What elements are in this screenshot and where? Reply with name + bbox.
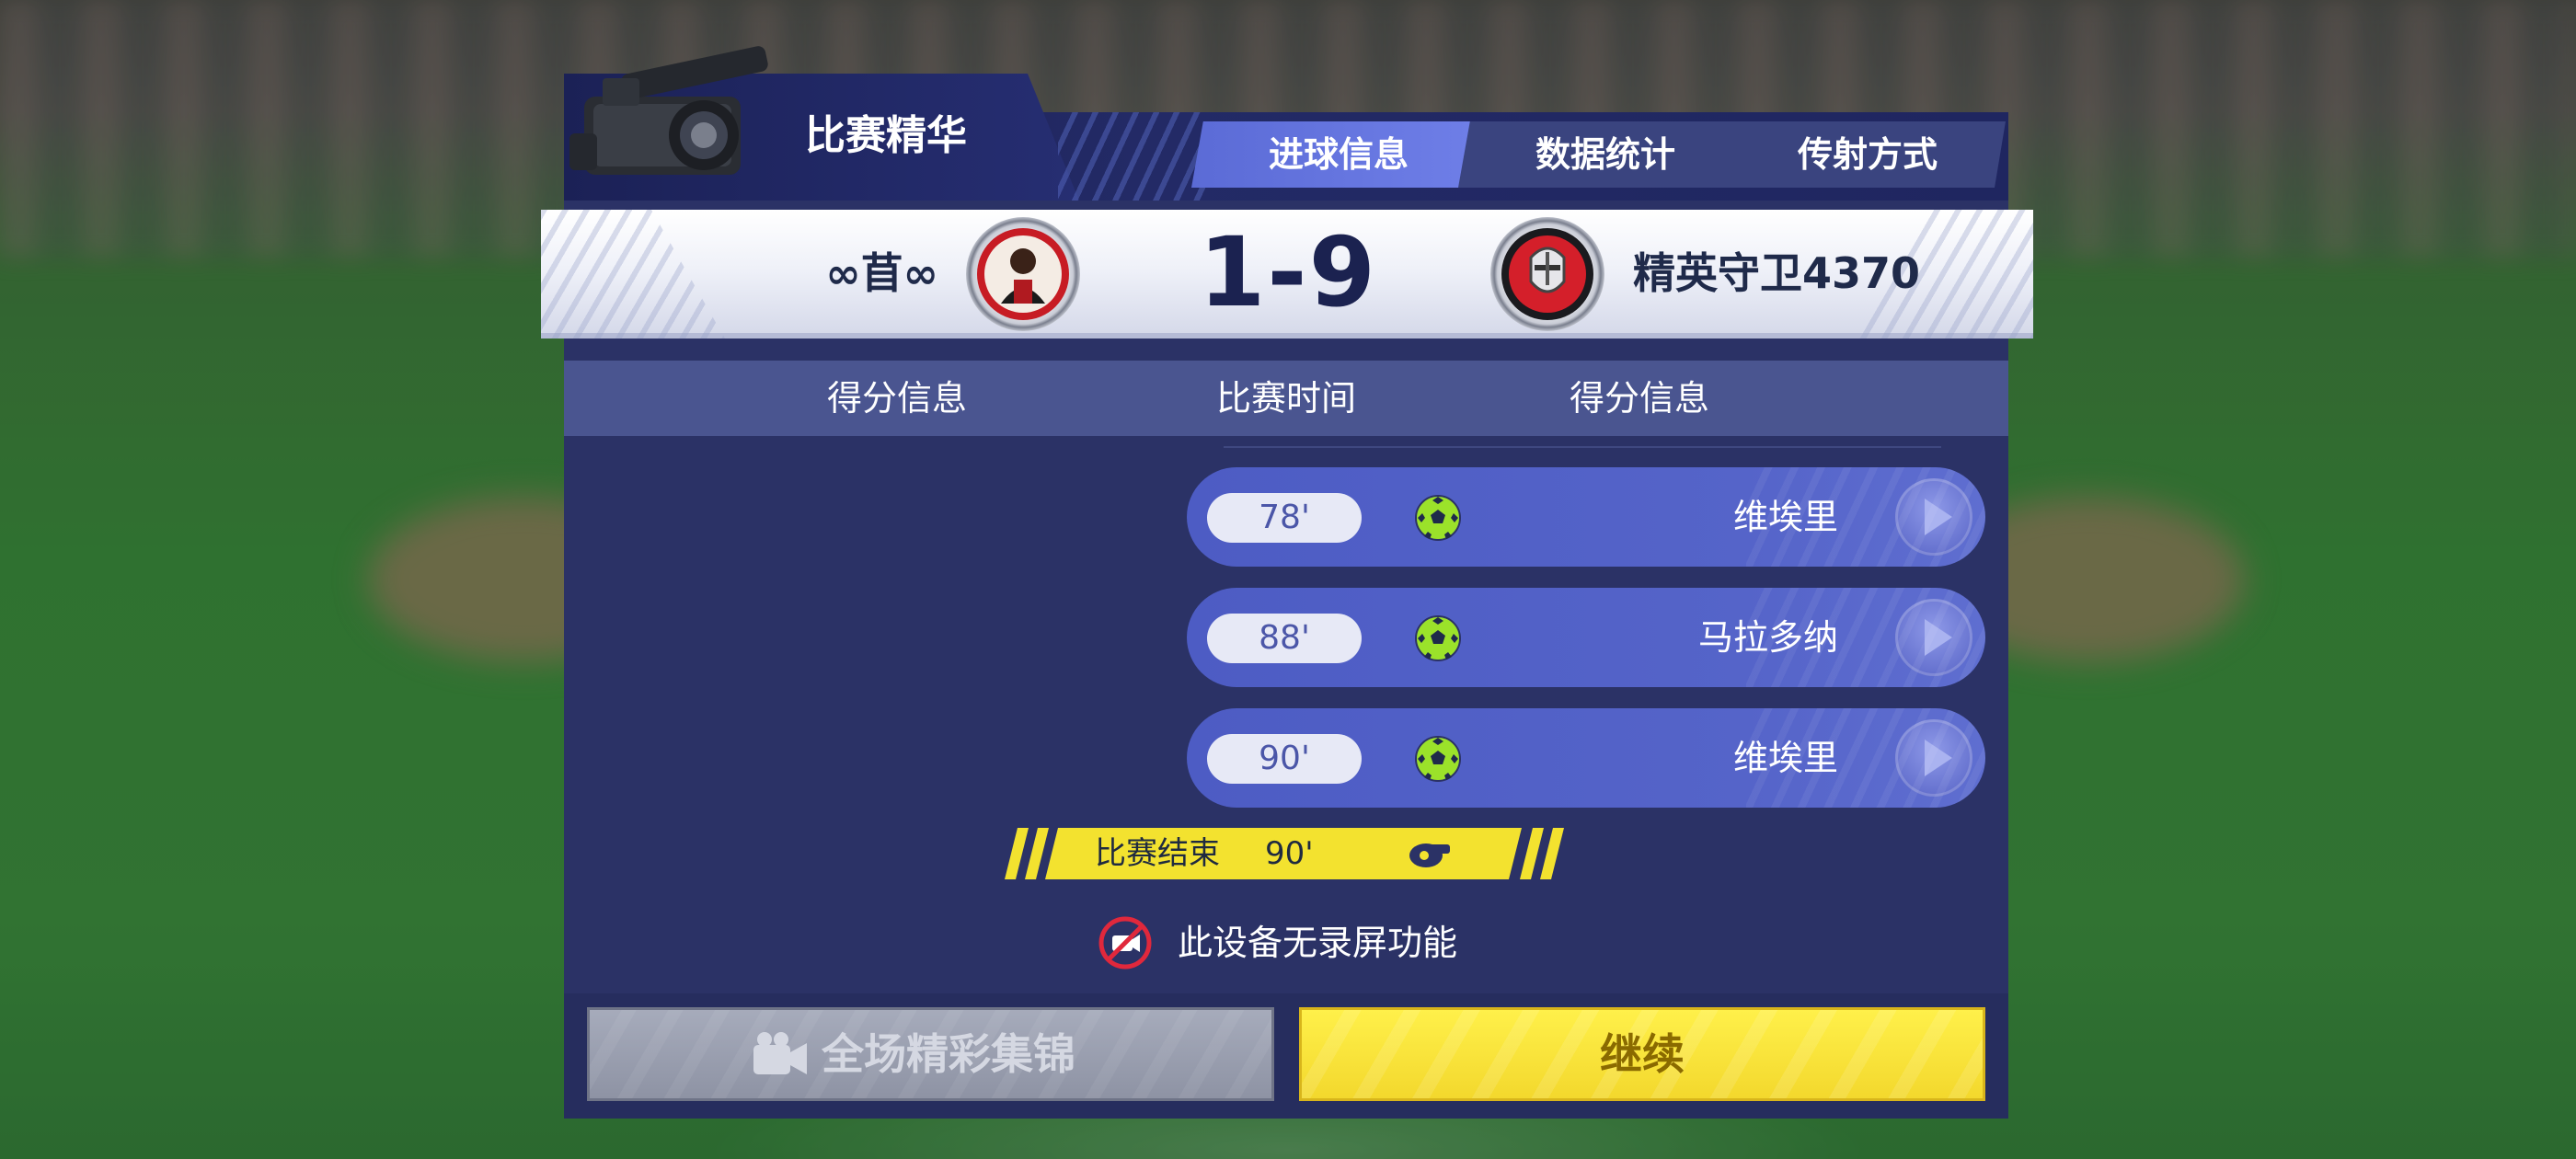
goal-scorer: 马拉多纳 <box>1697 617 1838 658</box>
home-team-name: ∞苜∞ <box>825 248 938 298</box>
away-team-name: 精英守卫4370 <box>1633 248 1921 298</box>
column-away-scoring: 得分信息 <box>1569 378 1709 419</box>
soccer-ball-icon <box>1413 614 1463 663</box>
match-end-label: 比赛结束 <box>1095 835 1220 872</box>
goal-scorer: 维埃里 <box>1732 497 1838 537</box>
goal-row: 88' 马拉多纳 <box>1187 588 1985 687</box>
home-team-badge <box>966 217 1080 331</box>
goal-scorer: 维埃里 <box>1732 738 1838 778</box>
play-icon <box>1925 619 1952 656</box>
goal-time: 78' <box>1207 493 1362 543</box>
play-replay-button[interactable] <box>1895 719 1972 797</box>
play-replay-button[interactable] <box>1895 599 1972 676</box>
highlights-button-label: 全场精彩集锦 <box>822 1029 1075 1079</box>
goal-row: 90' 维埃里 <box>1187 708 1985 808</box>
goal-time: 88' <box>1207 614 1362 663</box>
continue-button-label: 继续 <box>1600 1029 1685 1079</box>
video-camera-icon <box>566 41 787 198</box>
no-record-icon <box>1098 915 1153 970</box>
column-home-scoring: 得分信息 <box>826 378 967 419</box>
column-match-time: 比赛时间 <box>1215 378 1356 419</box>
divider <box>1224 446 1941 448</box>
tab-pass-shot[interactable]: 传射方式 <box>1730 121 2006 188</box>
soccer-ball-icon <box>1413 734 1463 784</box>
away-team-badge <box>1490 217 1604 331</box>
match-end-time: 90' <box>1265 835 1314 872</box>
whistle-icon <box>1406 837 1454 870</box>
no-record-notice: 此设备无录屏功能 <box>1178 923 1458 963</box>
match-score: 1-9 <box>1199 216 1377 328</box>
play-icon <box>1925 499 1952 535</box>
tab-goal-info[interactable]: 进球信息 <box>1191 121 1486 188</box>
title-stripes <box>1058 112 1205 201</box>
play-replay-button[interactable] <box>1895 478 1972 556</box>
page-title: 比赛精华 <box>805 112 967 159</box>
soccer-ball-icon <box>1413 493 1463 543</box>
play-icon <box>1925 740 1952 776</box>
goal-row: 78' 维埃里 <box>1187 467 1985 567</box>
video-camera-icon <box>752 1030 811 1078</box>
goal-time: 90' <box>1207 734 1362 784</box>
tab-statistics[interactable]: 数据统计 <box>1458 121 1753 188</box>
